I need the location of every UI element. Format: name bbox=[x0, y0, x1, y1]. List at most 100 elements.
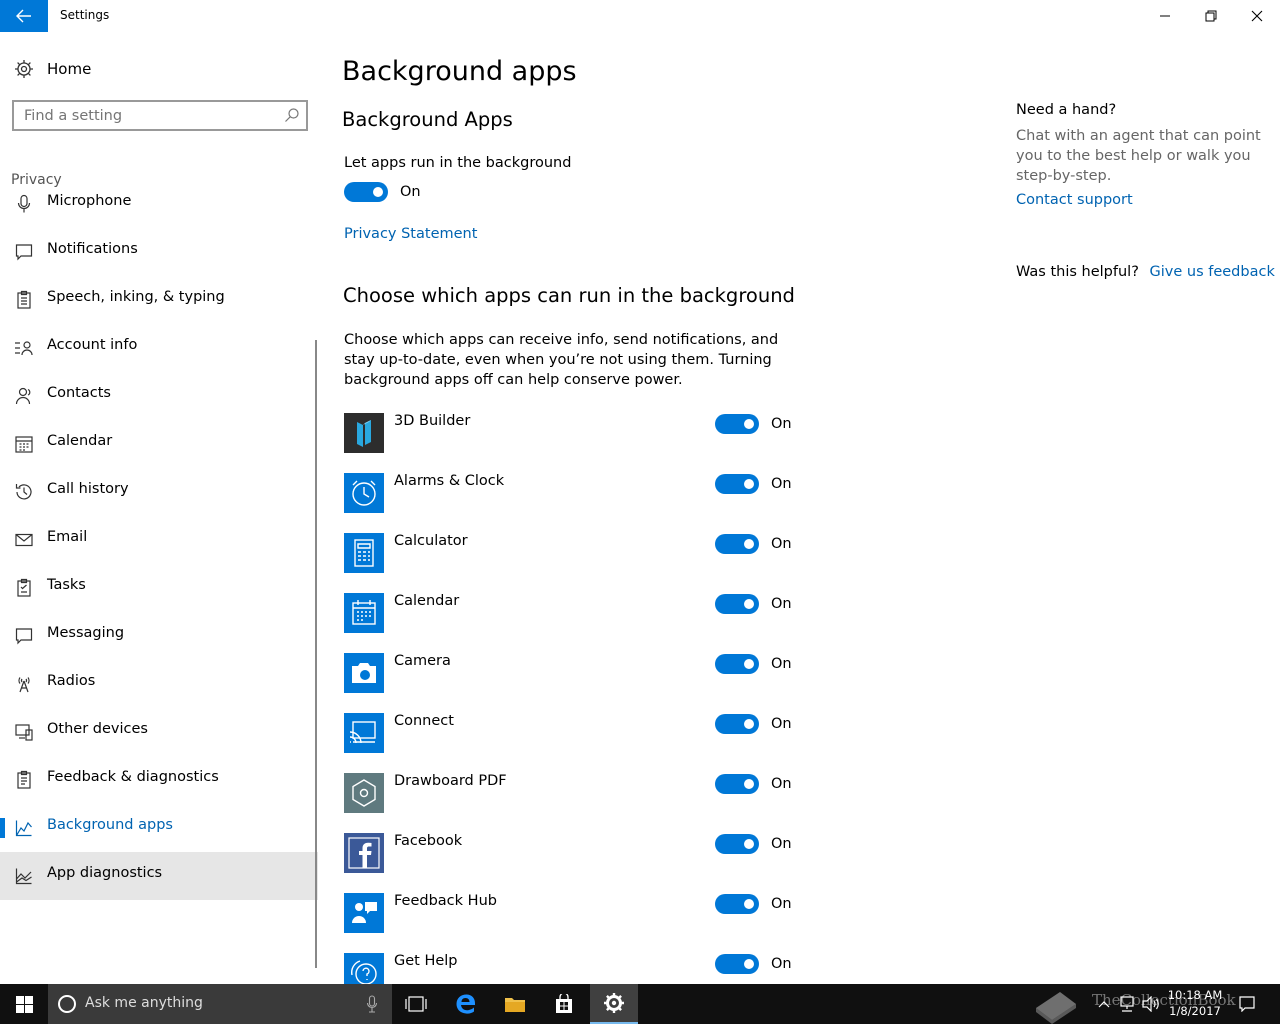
app-toggle-state: On bbox=[771, 476, 792, 492]
app-toggle-calculator[interactable] bbox=[715, 534, 759, 554]
sidebar-item-tasks[interactable]: Tasks bbox=[0, 564, 318, 612]
3d-builder-icon bbox=[357, 420, 371, 447]
radio-tower-icon bbox=[18, 677, 30, 693]
app-name: Facebook bbox=[394, 833, 463, 849]
sidebar-item-email[interactable]: Email bbox=[0, 516, 318, 564]
app-toggle-state: On bbox=[771, 416, 792, 432]
master-background-toggle[interactable] bbox=[344, 182, 388, 202]
sidebar-item-other-devices[interactable]: Other devices bbox=[0, 708, 318, 756]
clock-time: 10:18 AM bbox=[1167, 988, 1223, 1002]
sidebar-item-feedback-diagnostics[interactable]: Feedback & diagnostics bbox=[0, 756, 318, 804]
sidebar-item-contacts[interactable]: Contacts bbox=[0, 372, 318, 420]
file-explorer-button[interactable] bbox=[491, 984, 539, 1024]
restore-button[interactable] bbox=[1188, 0, 1234, 32]
section-title-choose-apps: Choose which apps can run in the backgro… bbox=[343, 284, 795, 307]
settings-taskbar-button[interactable] bbox=[590, 984, 638, 1024]
close-icon bbox=[1251, 10, 1263, 22]
camera-icon bbox=[352, 663, 376, 683]
edge-button[interactable] bbox=[442, 984, 490, 1024]
search-input[interactable] bbox=[14, 102, 264, 129]
action-center-button[interactable] bbox=[1236, 984, 1258, 1024]
sidebar-item-label: Email bbox=[47, 529, 88, 545]
notification-icon bbox=[15, 244, 33, 261]
contact-support-link[interactable]: Contact support bbox=[1016, 192, 1266, 208]
sidebar-item-label: Notifications bbox=[47, 241, 138, 257]
sidebar-item-notifications[interactable]: Notifications bbox=[0, 228, 318, 276]
connect-icon bbox=[349, 721, 376, 744]
sidebar-item-account-info[interactable]: Account info bbox=[0, 324, 318, 372]
account-info-icon bbox=[15, 341, 33, 356]
app-toggle-alarms-clock[interactable] bbox=[715, 474, 759, 494]
tray-overflow-button[interactable] bbox=[1092, 984, 1116, 1024]
main-content: Background apps Background Apps Let apps… bbox=[342, 32, 982, 984]
mail-icon bbox=[15, 533, 33, 547]
let-apps-label: Let apps run in the background bbox=[344, 155, 572, 171]
calendar-icon bbox=[15, 436, 33, 453]
sidebar-item-microphone[interactable]: Microphone bbox=[0, 180, 318, 228]
get-help-icon bbox=[351, 960, 377, 984]
sidebar-item-background-apps[interactable]: Background apps bbox=[0, 804, 318, 852]
give-feedback-link[interactable]: Give us feedback bbox=[1150, 264, 1275, 280]
app-toggle-feedback-hub[interactable] bbox=[715, 894, 759, 914]
app-toggle-get-help[interactable] bbox=[715, 954, 759, 974]
app-toggle-state: On bbox=[771, 596, 792, 612]
clock[interactable]: 10:18 AM 1/8/2017 bbox=[1164, 987, 1226, 1019]
app-tile bbox=[344, 533, 384, 573]
help-panel: Need a hand? Chat with an agent that can… bbox=[1016, 102, 1266, 208]
feedback-prompt: Was this helpful? Give us feedback bbox=[1016, 264, 1275, 280]
home-nav[interactable]: Home bbox=[0, 52, 320, 86]
sidebar-item-call-history[interactable]: Call history bbox=[0, 468, 318, 516]
windows-logo-icon bbox=[15, 995, 33, 1013]
sidebar-item-app-diagnostics[interactable]: App diagnostics bbox=[0, 852, 318, 900]
task-view-icon bbox=[405, 996, 427, 1012]
app-toggle-facebook[interactable] bbox=[715, 834, 759, 854]
help-text: Chat with an agent that can point you to… bbox=[1016, 128, 1261, 184]
app-tile bbox=[344, 473, 384, 513]
app-tile bbox=[344, 653, 384, 693]
window-title: Settings bbox=[60, 8, 110, 22]
alarm-clock-icon bbox=[352, 480, 376, 506]
store-button[interactable] bbox=[540, 984, 588, 1024]
sidebar-scrollbar[interactable] bbox=[315, 340, 317, 968]
app-toggle-connect[interactable] bbox=[715, 714, 759, 734]
sidebar: Home Privacy Microphone Notifications Sp… bbox=[0, 32, 320, 984]
app-name: Connect bbox=[394, 713, 454, 729]
history-icon bbox=[15, 484, 32, 500]
help-heading: Need a hand? bbox=[1016, 102, 1117, 118]
sidebar-item-label: Other devices bbox=[47, 721, 148, 737]
sidebar-item-speech-inking-typing[interactable]: Speech, inking, & typing bbox=[0, 276, 318, 324]
cortana-search-text: Ask me anything bbox=[85, 995, 203, 1011]
back-button[interactable] bbox=[0, 0, 48, 32]
helpful-label: Was this helpful? bbox=[1016, 264, 1139, 280]
minimize-button[interactable] bbox=[1142, 0, 1188, 32]
app-tile bbox=[344, 953, 384, 984]
sidebar-item-radios[interactable]: Radios bbox=[0, 660, 318, 708]
clipboard-icon bbox=[17, 290, 31, 309]
cortana-search-box[interactable]: Ask me anything bbox=[48, 984, 392, 1024]
close-button[interactable] bbox=[1234, 0, 1280, 32]
section-title-background-apps: Background Apps bbox=[342, 108, 513, 131]
sidebar-item-label: App diagnostics bbox=[47, 865, 163, 881]
volume-button[interactable] bbox=[1140, 984, 1162, 1024]
sidebar-item-label: Microphone bbox=[47, 193, 132, 209]
microphone-icon[interactable] bbox=[366, 995, 378, 1013]
privacy-statement-link[interactable]: Privacy Statement bbox=[344, 224, 477, 244]
start-button[interactable] bbox=[0, 984, 48, 1024]
network-button[interactable] bbox=[1116, 984, 1138, 1024]
app-toggle-state: On bbox=[771, 896, 792, 912]
sidebar-item-messaging[interactable]: Messaging bbox=[0, 612, 318, 660]
app-toggle-drawboard-pdf[interactable] bbox=[715, 774, 759, 794]
sidebar-item-calendar[interactable]: Calendar bbox=[0, 420, 318, 468]
app-toggle-3d-builder[interactable] bbox=[715, 414, 759, 434]
search-box[interactable] bbox=[12, 100, 308, 131]
task-view-button[interactable] bbox=[392, 984, 440, 1024]
app-toggle-state: On bbox=[771, 956, 792, 972]
app-tile bbox=[344, 773, 384, 813]
search-icon[interactable] bbox=[284, 107, 300, 123]
settings-gear-icon bbox=[604, 993, 624, 1013]
app-toggle-state: On bbox=[771, 776, 792, 792]
app-toggle-calendar[interactable] bbox=[715, 594, 759, 614]
contacts-icon bbox=[15, 387, 31, 405]
app-tile bbox=[344, 593, 384, 633]
app-toggle-camera[interactable] bbox=[715, 654, 759, 674]
